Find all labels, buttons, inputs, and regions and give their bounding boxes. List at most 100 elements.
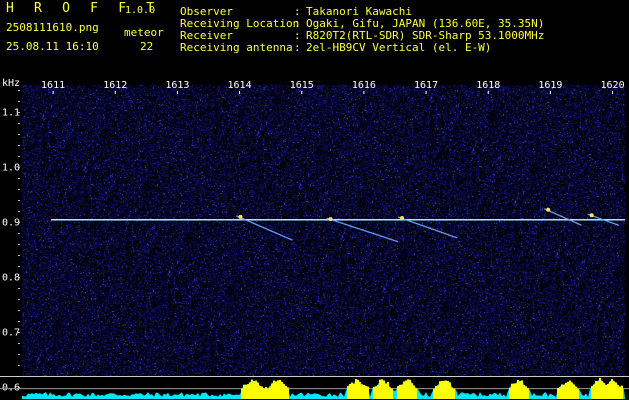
activity-burst — [453, 388, 455, 399]
activity-burst — [357, 379, 359, 399]
activity-burst — [355, 379, 357, 399]
info-colon: : — [294, 41, 301, 54]
y-tick-label: 1.0 — [2, 163, 20, 174]
meteor-count: 22 — [140, 40, 154, 53]
meteor-label: meteor — [124, 26, 164, 39]
activity-burst — [251, 379, 253, 399]
activity-burst — [597, 381, 599, 399]
meteor-echo-head — [400, 216, 405, 220]
activity-burst — [391, 388, 393, 399]
activity-burst — [379, 379, 381, 399]
activity-burst — [443, 380, 445, 399]
x-tick-label: 1620 — [601, 80, 625, 91]
activity-burst — [285, 386, 287, 399]
meteor-echo-head — [328, 217, 333, 222]
meteor-echo — [326, 217, 399, 243]
activity-burst — [273, 380, 275, 399]
activity-burst — [451, 387, 453, 399]
activity-burst — [409, 379, 411, 399]
activity-burst — [385, 383, 387, 399]
activity-burst — [621, 385, 623, 399]
activity-burst — [559, 386, 561, 399]
activity-burst — [259, 385, 261, 399]
info-value-antenna: 2el-HB9CV Vertical (el. E-W) — [306, 41, 492, 54]
activity-burst — [565, 382, 567, 399]
activity-burst — [575, 386, 577, 399]
activity-burst — [571, 382, 573, 399]
activity-burst — [269, 386, 271, 399]
activity-burst — [249, 382, 251, 399]
info-label-antenna: Receiving antenna — [180, 41, 293, 54]
activity-burst — [563, 384, 565, 399]
activity-burst — [525, 386, 527, 399]
activity-burst — [367, 386, 369, 399]
activity-burst — [511, 383, 513, 399]
activity-burst — [275, 381, 277, 399]
activity-burst — [403, 381, 405, 399]
app-version: 1.0.0 — [125, 5, 156, 16]
x-tick-label: 1615 — [290, 80, 314, 91]
meteor-echo — [543, 208, 582, 226]
activity-burst — [593, 384, 595, 399]
x-tick-label: 1617 — [414, 80, 438, 91]
x-tick-label: 1618 — [476, 80, 500, 91]
y-tick-label: 1.1 — [2, 108, 20, 119]
activity-burst — [527, 388, 529, 399]
activity-burst — [257, 382, 259, 399]
activity-burst — [523, 385, 525, 399]
activity-burst — [569, 380, 571, 399]
activity-burst — [577, 388, 579, 399]
activity-burst — [515, 383, 517, 399]
activity-burst — [441, 381, 443, 399]
activity-burst — [399, 384, 401, 399]
activity-burst — [613, 381, 615, 399]
activity-burst — [261, 386, 263, 399]
activity-burst — [361, 384, 363, 399]
activity-burst — [607, 384, 609, 399]
activity-burst — [445, 380, 447, 399]
activity-burst — [437, 385, 439, 399]
activity-burst — [279, 379, 281, 399]
y-tick-label: 0.7 — [2, 328, 20, 339]
activity-burst — [603, 382, 605, 399]
activity-burst — [389, 387, 391, 399]
activity-burst — [347, 386, 349, 399]
meteor-echo-head — [589, 213, 594, 218]
header-panel: H R O F F T 1.0.0 2508111610.png meteor … — [0, 0, 629, 75]
file-name: 2508111610.png — [6, 21, 99, 34]
x-tick-label: 1613 — [165, 80, 189, 91]
meteor-echo-head — [238, 214, 243, 219]
activity-burst — [433, 388, 435, 399]
activity-burst — [247, 384, 249, 399]
x-tick-label: 1619 — [538, 80, 562, 91]
x-tick-label: 1612 — [103, 80, 127, 91]
activity-burst — [365, 385, 367, 399]
activity-burst — [561, 384, 563, 399]
activity-burst — [611, 379, 613, 399]
activity-burst — [375, 386, 377, 399]
y-tick-label: 0.9 — [2, 218, 20, 229]
activity-burst — [287, 387, 289, 399]
activity-burst — [353, 383, 355, 399]
activity-burst — [271, 383, 273, 399]
x-tick-label: 1614 — [228, 80, 252, 91]
activity-burst — [401, 384, 403, 399]
activity-burst — [283, 384, 285, 399]
activity-burst — [363, 384, 365, 399]
activity-burst — [567, 381, 569, 399]
activity-burst — [415, 388, 417, 399]
activity-burst — [411, 383, 413, 399]
y-tick-label: 0.6 — [2, 383, 20, 394]
activity-burst — [377, 384, 379, 399]
activity-burst — [263, 388, 265, 399]
y-axis-label: kHz — [2, 78, 20, 89]
activity-burst — [605, 385, 607, 399]
activity-burst — [381, 379, 383, 399]
activity-burst — [573, 384, 575, 399]
activity-burst — [383, 380, 385, 399]
activity-burst — [373, 386, 375, 399]
activity-burst — [243, 384, 245, 399]
y-tick-label: 0.8 — [2, 273, 20, 284]
activity-burst — [265, 387, 267, 399]
activity-burst — [281, 382, 283, 399]
